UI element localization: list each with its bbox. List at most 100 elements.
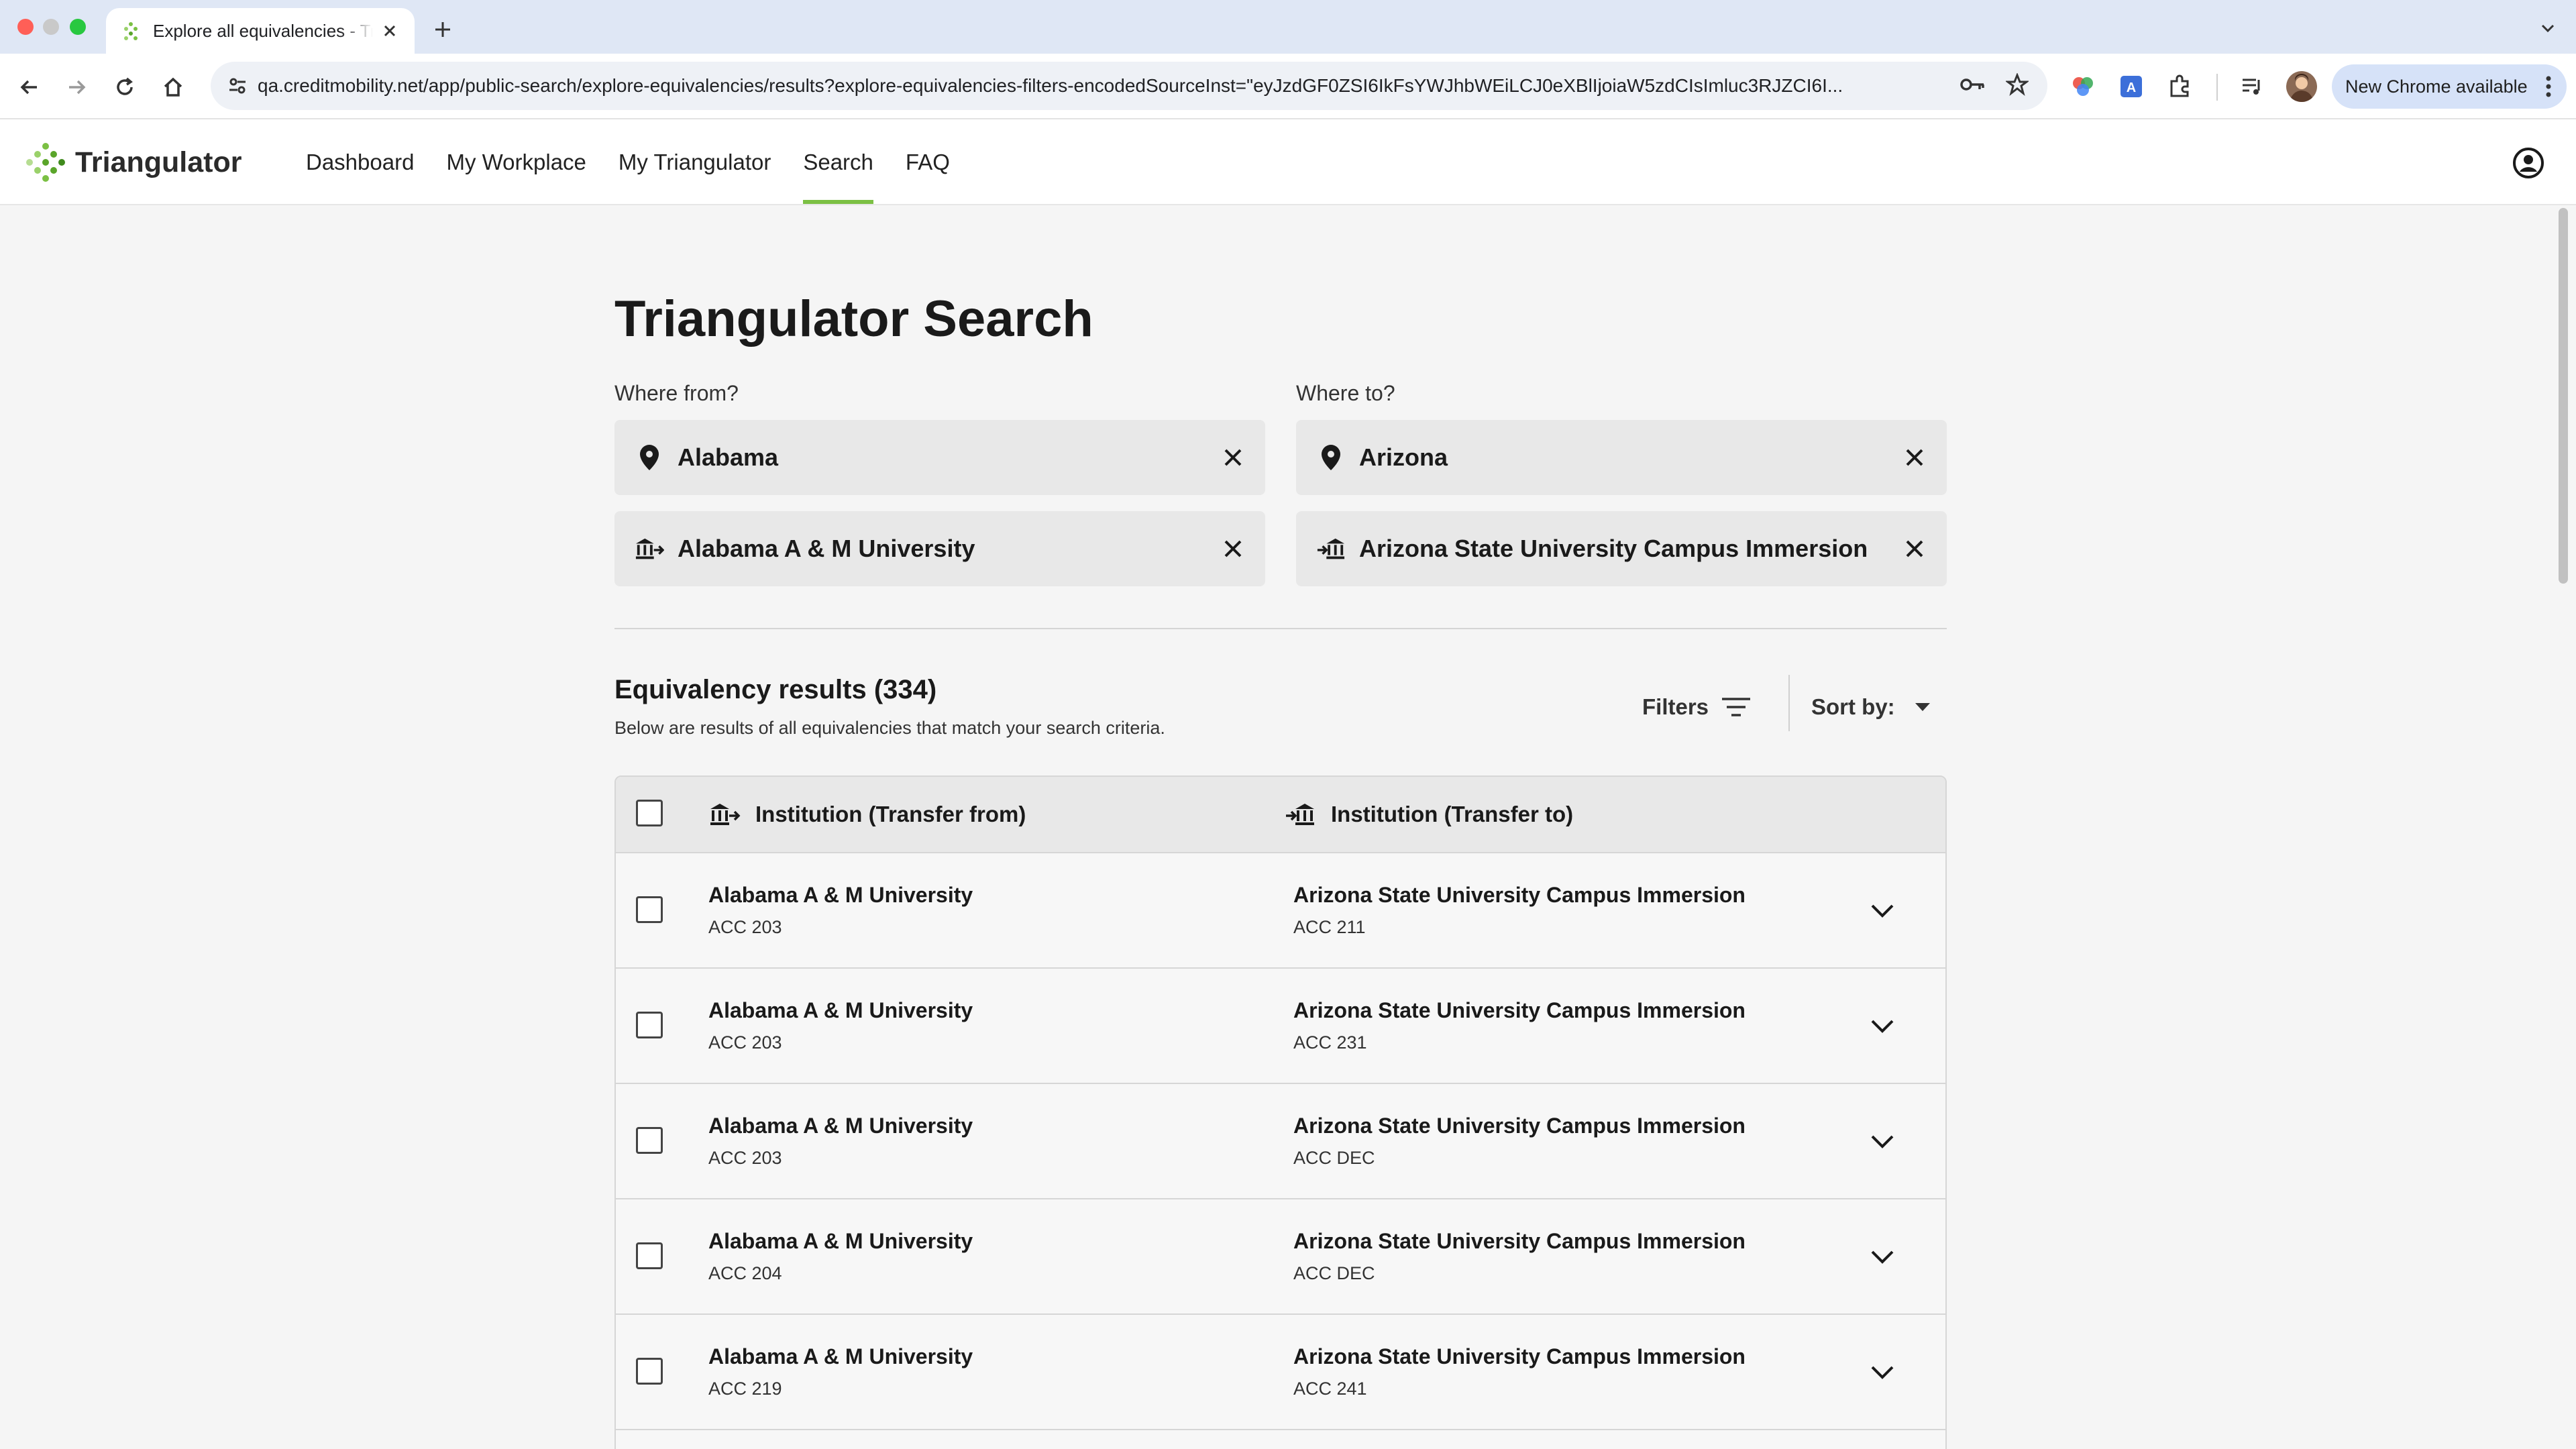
close-window-button[interactable] xyxy=(17,19,34,35)
table-row[interactable]: Alabama A & M University ACC 204 Arizona … xyxy=(616,1198,1945,1313)
expand-chevron-icon[interactable] xyxy=(1866,1356,1898,1389)
table-row[interactable]: Alabama A & M University ACC 203 Arizona … xyxy=(616,967,1945,1083)
new-tab-plus-icon[interactable] xyxy=(429,16,456,43)
institution-transfer-to-icon xyxy=(1286,804,1314,825)
svg-text:A: A xyxy=(2127,80,2136,95)
row-checkbox[interactable] xyxy=(636,1012,663,1038)
clear-to-state-icon[interactable] xyxy=(1898,441,1931,474)
more-vertical-icon[interactable] xyxy=(2545,75,2552,98)
select-all-checkbox[interactable] xyxy=(636,800,663,826)
sort-by-label: Sort by: xyxy=(1811,694,1895,719)
expand-chevron-icon[interactable] xyxy=(1866,1126,1898,1158)
to-state-value: Arizona xyxy=(1359,443,1448,471)
to-institution-name: Arizona State University Campus Immersio… xyxy=(1293,1229,1746,1253)
table-row-partial xyxy=(616,1429,1945,1449)
institution-transfer-from-icon xyxy=(710,804,741,825)
translate-extension-icon[interactable]: A xyxy=(2116,71,2147,102)
col-from-label: Institution (Transfer from) xyxy=(755,802,1026,826)
row-checkbox[interactable] xyxy=(636,1127,663,1154)
from-institution-name: Alabama A & M University xyxy=(708,998,973,1022)
to-institution-value: Arizona State University Campus Immersio… xyxy=(1359,535,1868,562)
filters-label: Filters xyxy=(1642,694,1709,719)
reload-icon[interactable] xyxy=(107,70,142,105)
to-course-code: ACC 241 xyxy=(1293,1379,1367,1399)
clear-to-institution-icon[interactable] xyxy=(1898,533,1931,565)
from-institution-field[interactable]: Alabama A & M University xyxy=(614,511,1265,586)
nav-search[interactable]: Search xyxy=(803,119,873,205)
expand-chevron-icon[interactable] xyxy=(1866,1241,1898,1273)
tab-title: Explore all equivalencies - Triangulator xyxy=(153,20,373,41)
toolbar-divider xyxy=(2216,74,2218,101)
address-bar[interactable]: qa.creditmobility.net/app/public-search/… xyxy=(211,62,2047,110)
browser-tab-active[interactable]: Explore all equivalencies - Triangulator xyxy=(106,8,415,54)
from-institution-name: Alabama A & M University xyxy=(708,883,973,907)
col-header-transfer-to[interactable]: Institution (Transfer to) xyxy=(1284,801,1573,828)
from-course-code: ACC 204 xyxy=(708,1263,782,1283)
from-institution-name: Alabama A & M University xyxy=(708,1114,973,1138)
nav-my-triangulator[interactable]: My Triangulator xyxy=(619,119,771,205)
to-state-field[interactable]: Arizona xyxy=(1296,420,1947,495)
to-institution-name: Arizona State University Campus Immersio… xyxy=(1293,1114,1746,1138)
page-scrollbar[interactable] xyxy=(2559,208,2568,584)
back-arrow-icon[interactable] xyxy=(12,70,47,105)
sort-by-dropdown[interactable]: Sort by: xyxy=(1811,688,1931,726)
url-text: qa.creditmobility.net/app/public-search/… xyxy=(258,75,1843,96)
table-row[interactable]: Alabama A & M University ACC 203 Arizona … xyxy=(616,1083,1945,1198)
to-course-code: ACC DEC xyxy=(1293,1263,1375,1283)
to-institution-name: Arizona State University Campus Immersio… xyxy=(1293,1344,1746,1368)
nav-my-workplace[interactable]: My Workplace xyxy=(446,119,586,205)
nav-dashboard[interactable]: Dashboard xyxy=(306,119,414,205)
row-checkbox[interactable] xyxy=(636,1358,663,1385)
from-state-field[interactable]: Alabama xyxy=(614,420,1265,495)
from-course-code: ACC 203 xyxy=(708,917,782,937)
browser-profile-avatar[interactable] xyxy=(2286,71,2317,102)
clear-from-institution-icon[interactable] xyxy=(1217,533,1249,565)
browser-tabstrip: Explore all equivalencies - Triangulator xyxy=(0,0,2576,54)
results-title: Equivalency results (334) xyxy=(614,675,937,704)
color-extension-icon[interactable] xyxy=(2068,71,2098,102)
to-course-code: ACC 211 xyxy=(1293,917,1366,937)
expand-chevron-icon[interactable] xyxy=(1866,1010,1898,1042)
from-course-code: ACC 203 xyxy=(708,1148,782,1168)
tab-close-icon[interactable] xyxy=(380,21,400,41)
nav-faq[interactable]: FAQ xyxy=(906,119,950,205)
from-course-code: ACC 219 xyxy=(708,1379,782,1399)
results-subtitle: Below are results of all equivalencies t… xyxy=(614,718,1165,738)
triangulator-logo[interactable]: Triangulator xyxy=(23,137,241,188)
row-checkbox[interactable] xyxy=(636,896,663,923)
maximize-window-button[interactable] xyxy=(70,19,86,35)
home-icon[interactable] xyxy=(156,70,191,105)
location-pin-icon xyxy=(635,443,664,472)
forward-arrow-icon[interactable] xyxy=(59,70,94,105)
from-course-code: ACC 203 xyxy=(708,1032,782,1053)
filters-button[interactable]: Filters xyxy=(1642,688,1752,726)
password-key-icon[interactable] xyxy=(1959,74,1986,98)
user-account-icon[interactable] xyxy=(2512,146,2545,180)
table-row[interactable]: Alabama A & M University ACC 219 Arizona … xyxy=(616,1313,1945,1429)
app-header: Triangulator Dashboard My Workplace My T… xyxy=(0,119,2576,205)
filter-lines-icon xyxy=(1722,698,1751,716)
tab-search-chevron-icon[interactable] xyxy=(2534,15,2561,42)
browser-toolbar: qa.creditmobility.net/app/public-search/… xyxy=(0,54,2576,119)
from-state-value: Alabama xyxy=(678,443,779,471)
minimize-window-button[interactable] xyxy=(43,19,59,35)
location-pin-icon xyxy=(1316,443,1346,472)
bookmark-star-icon[interactable] xyxy=(2004,72,2030,99)
chrome-update-button[interactable]: New Chrome available xyxy=(2332,64,2567,109)
to-course-code: ACC DEC xyxy=(1293,1148,1375,1168)
from-institution-value: Alabama A & M University xyxy=(678,535,975,562)
institution-transfer-to-icon xyxy=(1316,534,1346,564)
to-institution-name: Arizona State University Campus Immersio… xyxy=(1293,883,1746,907)
col-to-label: Institution (Transfer to) xyxy=(1331,802,1574,826)
col-header-transfer-from[interactable]: Institution (Transfer from) xyxy=(708,801,1026,828)
row-checkbox[interactable] xyxy=(636,1242,663,1269)
chrome-update-label: New Chrome available xyxy=(2345,76,2528,97)
media-controls-icon[interactable] xyxy=(2237,71,2267,102)
clear-from-state-icon[interactable] xyxy=(1217,441,1249,474)
to-institution-name: Arizona State University Campus Immersio… xyxy=(1293,998,1746,1022)
expand-chevron-icon[interactable] xyxy=(1866,895,1898,927)
site-info-tune-icon[interactable] xyxy=(224,72,251,99)
to-institution-field[interactable]: Arizona State University Campus Immersio… xyxy=(1296,511,1947,586)
table-row[interactable]: Alabama A & M University ACC 203 Arizona … xyxy=(616,852,1945,967)
extensions-puzzle-icon[interactable] xyxy=(2164,71,2195,102)
